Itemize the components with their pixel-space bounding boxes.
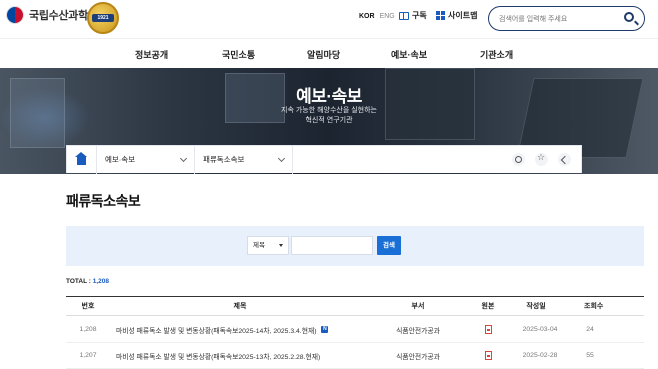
table-row[interactable]: 1,207 마비성 패류독소 발생 및 변동상황(패독속보2025-13차, 2… <box>66 343 644 369</box>
nav-item-communication[interactable]: 국민소통 <box>222 48 255 61</box>
home-button[interactable] <box>67 145 97 174</box>
chevron-down-icon <box>277 154 286 162</box>
anniversary-badge-icon: 1921 <box>87 2 119 34</box>
col-date: 작성일 <box>526 303 546 310</box>
home-icon <box>75 152 87 165</box>
chevron-down-icon <box>179 154 188 162</box>
sitemap-label: 사이트맵 <box>448 11 478 20</box>
row-dept: 식품안전가공과 <box>396 327 440 335</box>
share-icon[interactable] <box>558 153 571 166</box>
row-title-link[interactable]: 마비성 패류독소 발생 및 변동상황(패독속보2025-14차, 2025.3.… <box>116 317 370 342</box>
row-title: 마비성 패류독소 발생 및 변동상황(패독속보2025-13차, 2025.2.… <box>116 353 321 361</box>
breadcrumb-level2-label: 패류독소속보 <box>203 155 245 164</box>
star-icon[interactable] <box>535 153 548 166</box>
total-label: TOTAL : <box>66 278 93 285</box>
total-count: TOTAL : 1,208 <box>66 278 109 285</box>
row-title: 마비성 패류독소 발생 및 변동상황(패독속보2025-14차, 2025.3.… <box>116 327 317 335</box>
subscribe-link[interactable]: 구독 <box>399 10 427 21</box>
breadcrumb-level1-label: 예보·속보 <box>105 155 136 164</box>
row-no: 1,207 <box>79 352 97 359</box>
col-no: 번호 <box>81 303 95 310</box>
lang-kor-link[interactable]: KOR <box>359 13 375 20</box>
col-views: 조회수 <box>584 303 604 310</box>
row-date: 2025-03-04 <box>522 326 558 333</box>
search-field-select[interactable]: 제목 <box>247 236 289 255</box>
table-row[interactable]: 1,208 마비성 패류독소 발생 및 변동상황(패독속보2025-14차, 2… <box>66 317 644 343</box>
book-icon <box>399 11 409 20</box>
page-title: 패류독소속보 <box>66 193 141 209</box>
main-nav: 정보공개 국민소통 알림마당 예보·속보 기관소개 <box>0 38 658 68</box>
row-dept: 식품안전가공과 <box>396 353 440 361</box>
col-dept: 부서 <box>411 303 425 310</box>
row-date: 2025-02-28 <box>522 352 558 359</box>
banner-title: 예보·속보 <box>296 87 362 106</box>
language-switch: KOR ENG <box>359 13 395 20</box>
breadcrumb: 예보·속보 패류독소속보 <box>66 145 582 174</box>
nav-item-forecast[interactable]: 예보·속보 <box>391 48 427 61</box>
breadcrumb-level1-dropdown[interactable]: 예보·속보 <box>97 145 195 174</box>
row-title-link[interactable]: 마비성 패류독소 발생 및 변동상황(패독속보2025-13차, 2025.2.… <box>116 343 370 368</box>
site-logo[interactable]: 국립수산과학원 <box>6 6 98 24</box>
new-badge: N <box>321 326 329 333</box>
nav-item-info[interactable]: 정보공개 <box>135 48 168 61</box>
row-no: 1,208 <box>79 326 97 333</box>
col-original: 원본 <box>481 303 495 310</box>
page-tools <box>512 153 581 166</box>
grid-icon <box>436 11 445 20</box>
total-value: 1,208 <box>92 278 110 285</box>
nav-item-about[interactable]: 기관소개 <box>480 48 513 61</box>
row-views: 55 <box>586 352 594 359</box>
row-original <box>466 317 510 342</box>
header-search <box>488 6 645 31</box>
row-original <box>466 343 510 368</box>
search-icon[interactable] <box>624 12 634 22</box>
pdf-file-icon[interactable] <box>484 351 492 360</box>
nav-item-notice[interactable]: 알림마당 <box>307 48 340 61</box>
table-header: 번호 제목 부서 원본 작성일 조회수 <box>66 296 644 316</box>
col-title: 제목 <box>233 303 247 310</box>
subscribe-label: 구독 <box>412 11 427 20</box>
badge-text: 1921 <box>92 14 114 22</box>
rss-icon[interactable] <box>512 153 525 166</box>
banner-subtitle-line2: 혁신적 연구기관 <box>305 117 353 124</box>
breadcrumb-level2-dropdown[interactable]: 패류독소속보 <box>195 145 293 174</box>
lang-eng-link[interactable]: ENG <box>380 13 395 20</box>
keyword-input[interactable] <box>291 236 373 255</box>
banner-subtitle: 지속 가능한 해양수산을 실현하는 혁신적 연구기관 <box>0 106 658 126</box>
site-header: 국립수산과학원 1921 KOR ENG 구독 사이트맵 <box>0 0 658 38</box>
banner-subtitle-line1: 지속 가능한 해양수산을 실현하는 <box>281 107 377 114</box>
sitemap-link[interactable]: 사이트맵 <box>436 10 477 21</box>
row-views: 24 <box>586 326 594 333</box>
search-button[interactable]: 검색 <box>377 236 401 255</box>
search-input[interactable] <box>499 13 619 25</box>
pdf-file-icon[interactable] <box>484 325 492 334</box>
government-emblem-icon <box>6 6 24 24</box>
